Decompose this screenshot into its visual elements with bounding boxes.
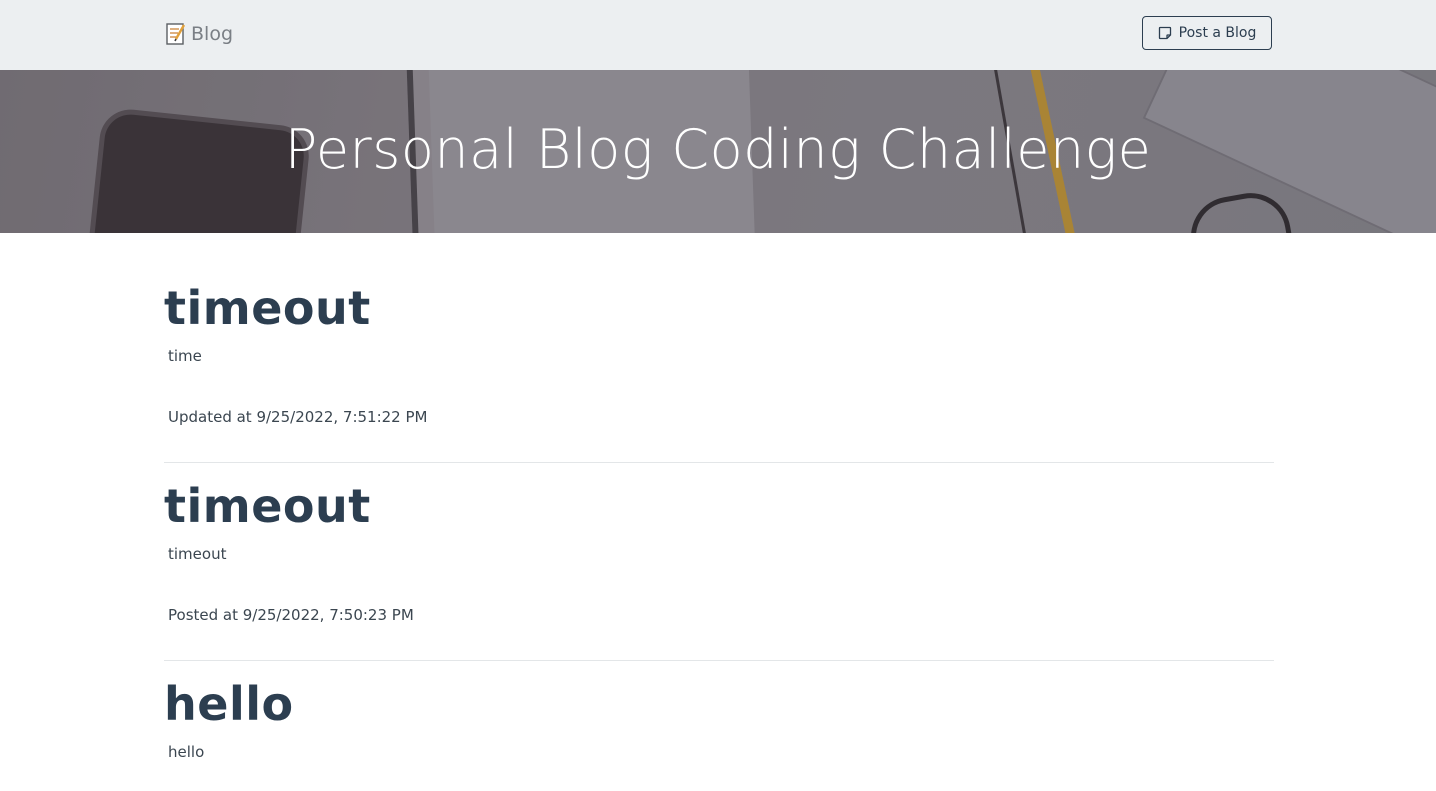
- brand-link[interactable]: Blog: [165, 20, 233, 48]
- post-title[interactable]: timeout: [164, 281, 371, 335]
- post-a-blog-button[interactable]: Post a Blog: [1142, 16, 1272, 50]
- post-title[interactable]: hello: [164, 677, 294, 731]
- post-timestamp: Posted at 9/25/2022, 7:50:23 PM: [168, 606, 414, 624]
- hero-banner: Personal Blog Coding Challenge: [0, 70, 1436, 233]
- post-timestamp: Updated at 9/25/2022, 7:51:22 PM: [168, 408, 428, 426]
- post-list: timeout time Updated at 9/25/2022, 7:51:…: [164, 233, 1274, 791]
- hero-title: Personal Blog Coding Challenge: [284, 118, 1152, 181]
- post-title[interactable]: timeout: [164, 479, 371, 533]
- post-body: time: [168, 347, 202, 365]
- post-a-blog-label: Post a Blog: [1178, 25, 1257, 41]
- post-item: hello hello: [164, 661, 1274, 791]
- post-body: hello: [168, 743, 205, 761]
- navbar: Blog Post a Blog: [0, 0, 1436, 70]
- brand-label: Blog: [191, 23, 233, 45]
- post-body: timeout: [168, 545, 227, 563]
- memo-icon: [166, 23, 186, 45]
- sticky-note-icon: [1158, 26, 1171, 40]
- post-item: timeout time Updated at 9/25/2022, 7:51:…: [164, 233, 1274, 463]
- post-item: timeout timeout Posted at 9/25/2022, 7:5…: [164, 463, 1274, 661]
